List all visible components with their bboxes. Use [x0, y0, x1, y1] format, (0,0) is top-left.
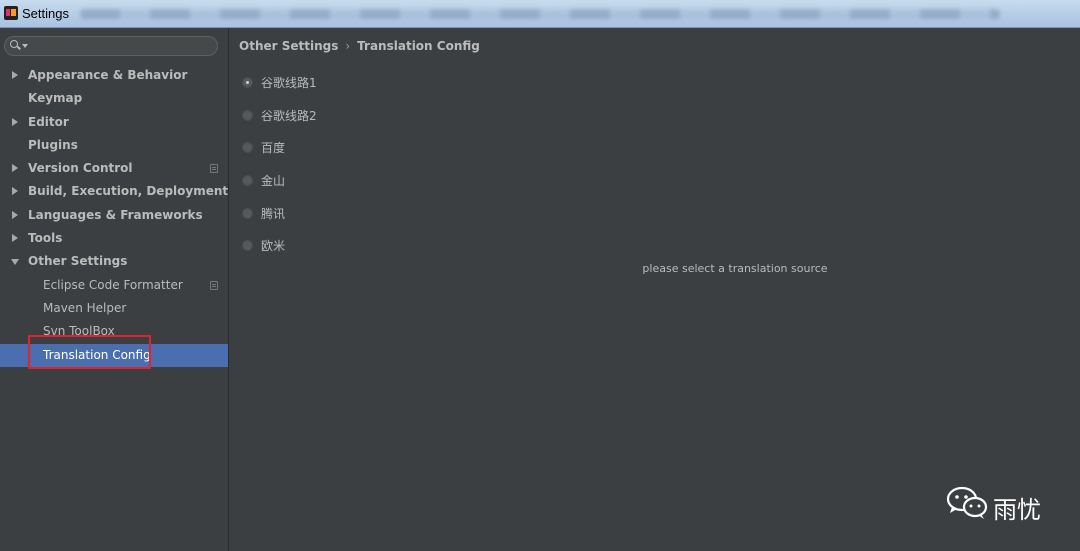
- sidebar-item-label: Version Control: [28, 161, 133, 176]
- title-bar: Settings: [0, 0, 1080, 28]
- radio-label[interactable]: 金山: [261, 172, 285, 189]
- radio-label[interactable]: 百度: [261, 139, 285, 156]
- breadcrumb: Other Settings › Translation Config: [239, 39, 480, 53]
- sidebar-item-label: Languages & Frameworks: [28, 207, 203, 222]
- sidebar-item-label: Eclipse Code Formatter: [43, 277, 183, 292]
- watermark: 雨忧: [946, 484, 1056, 524]
- sidebar-item-label: Other Settings: [28, 254, 128, 269]
- settings-sidebar: Appearance & Behavior Keymap Editor Plug…: [0, 28, 229, 551]
- radio-label[interactable]: 谷歌线路1: [261, 74, 317, 91]
- sidebar-item-label: Plugins: [28, 137, 78, 152]
- source-option-tencent[interactable]: 腾讯: [242, 197, 317, 230]
- expand-arrow-icon[interactable]: [12, 71, 18, 79]
- breadcrumb-parent[interactable]: Other Settings: [239, 39, 338, 53]
- breadcrumb-current: Translation Config: [357, 39, 480, 53]
- settings-tree: Appearance & Behavior Keymap Editor Plug…: [0, 64, 228, 367]
- project-settings-icon: [210, 280, 218, 290]
- sidebar-item-svn-toolbox[interactable]: Svn ToolBox: [0, 320, 228, 343]
- settings-content: Other Settings › Translation Config 谷歌线路1 …: [230, 28, 1080, 551]
- sidebar-item-tools[interactable]: Tools: [0, 227, 228, 250]
- radio-label[interactable]: 谷歌线路2: [261, 107, 317, 124]
- chevron-down-icon[interactable]: [22, 44, 28, 48]
- sidebar-item-maven-helper[interactable]: Maven Helper: [0, 297, 228, 320]
- sidebar-item-build-execution-deployment[interactable]: Build, Execution, Deployment: [0, 180, 228, 203]
- source-option-google-1[interactable]: 谷歌线路1: [242, 66, 317, 99]
- sidebar-item-label: Tools: [28, 231, 63, 246]
- sidebar-item-editor[interactable]: Editor: [0, 111, 228, 134]
- sidebar-item-keymap[interactable]: Keymap: [0, 87, 228, 110]
- search-icon[interactable]: [10, 40, 20, 50]
- radio-button[interactable]: [242, 142, 253, 154]
- sidebar-item-label: Editor: [28, 114, 69, 129]
- search-box[interactable]: [4, 36, 218, 56]
- sidebar-item-label: Appearance & Behavior: [28, 68, 188, 82]
- breadcrumb-separator: ›: [345, 39, 351, 53]
- search-input[interactable]: [31, 38, 211, 54]
- sidebar-item-label: Keymap: [28, 91, 83, 106]
- wechat-icon: [946, 486, 988, 519]
- expand-arrow-icon[interactable]: [12, 210, 18, 219]
- radio-button[interactable]: [242, 207, 253, 219]
- expand-arrow-icon[interactable]: [12, 117, 18, 126]
- sidebar-item-plugins[interactable]: Plugins: [0, 134, 228, 157]
- sidebar-item-languages-frameworks[interactable]: Languages & Frameworks: [0, 204, 228, 227]
- radio-button[interactable]: [242, 240, 253, 252]
- blurred-path: [80, 9, 1000, 19]
- radio-label[interactable]: 欧米: [261, 237, 285, 254]
- source-option-google-2[interactable]: 谷歌线路2: [242, 99, 317, 132]
- window-title: Settings: [22, 6, 69, 21]
- translation-source-group: 谷歌线路1 谷歌线路2 百度 金山 腾讯 欧米: [242, 66, 317, 262]
- sidebar-item-other-settings[interactable]: Other Settings: [0, 250, 228, 273]
- hint-text: please select a translation source: [642, 262, 828, 275]
- settings-window: Settings Appearance & Behavior Keymap Ed…: [0, 0, 1080, 551]
- sidebar-item-label: Build, Execution, Deployment: [28, 184, 229, 199]
- sidebar-item-label: Maven Helper: [43, 300, 127, 315]
- sidebar-item-translation-config[interactable]: Translation Config: [0, 343, 228, 367]
- intellij-logo-icon: [4, 6, 18, 20]
- expand-arrow-icon[interactable]: [12, 234, 18, 243]
- source-option-omi[interactable]: 欧米: [242, 229, 317, 262]
- sidebar-item-version-control[interactable]: Version Control: [0, 157, 228, 180]
- radio-button[interactable]: [242, 76, 253, 88]
- source-option-baidu[interactable]: 百度: [242, 131, 317, 164]
- expand-arrow-icon[interactable]: [12, 187, 18, 196]
- collapse-arrow-icon[interactable]: [11, 259, 19, 266]
- project-settings-icon: [210, 164, 218, 174]
- expand-arrow-icon[interactable]: [12, 164, 18, 173]
- sidebar-item-label: Translation Config: [43, 347, 151, 362]
- sidebar-item-appearance-behavior[interactable]: Appearance & Behavior: [0, 64, 228, 87]
- radio-button[interactable]: [242, 174, 253, 186]
- radio-button[interactable]: [242, 109, 253, 121]
- sidebar-item-label: Svn ToolBox: [43, 324, 115, 339]
- watermark-text: 雨忧: [993, 496, 1041, 524]
- source-option-kingsoft[interactable]: 金山: [242, 164, 317, 197]
- radio-label[interactable]: 腾讯: [261, 205, 285, 222]
- sidebar-item-eclipse-code-formatter[interactable]: Eclipse Code Formatter: [0, 274, 228, 297]
